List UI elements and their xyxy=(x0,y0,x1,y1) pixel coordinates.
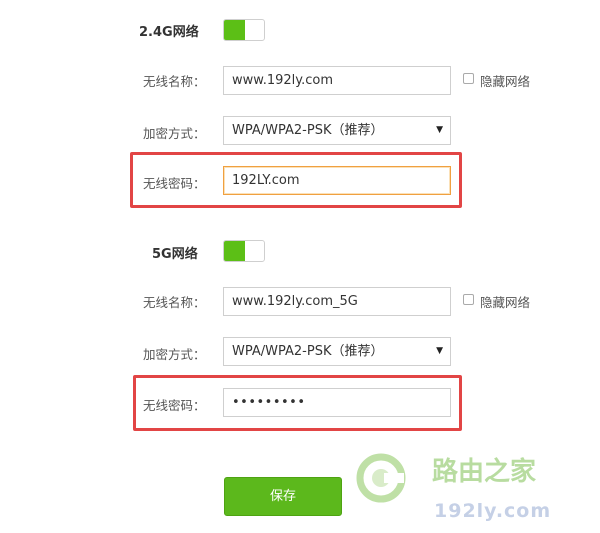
band-5-hide-label: 隐藏网络 xyxy=(480,295,531,310)
watermark-url: 192ly.com xyxy=(434,500,552,522)
band-24-ssid-label: 无线名称： xyxy=(143,74,206,89)
band-5-password-input[interactable]: ••••••••• xyxy=(223,388,451,417)
band-5-security-value: WPA/WPA2-PSK（推荐） xyxy=(232,344,384,359)
band-5-ssid-input[interactable]: www.192ly.com_5G xyxy=(223,287,451,316)
watermark-title: 路由之家 xyxy=(432,457,537,487)
band-24-security-label: 加密方式： xyxy=(143,126,206,141)
band-5-password-label: 无线密码： xyxy=(143,398,206,413)
band-24-password-input[interactable]: 192LY.com xyxy=(223,166,451,195)
band-5-ssid-label: 无线名称： xyxy=(143,295,206,310)
band-5-password-masked: ••••••••• xyxy=(232,395,306,410)
band-5-security-label: 加密方式： xyxy=(143,347,206,362)
dropdown-arrow-icon: ▼ xyxy=(436,346,443,356)
band-24-ssid-input[interactable]: www.192ly.com xyxy=(223,66,451,95)
band-24-security-value: WPA/WPA2-PSK（推荐） xyxy=(232,123,384,138)
save-button[interactable]: 保存 xyxy=(224,477,342,516)
dropdown-arrow-icon: ▼ xyxy=(436,125,443,135)
toggle-on-indicator xyxy=(224,20,245,40)
band-24-title: 2.4G网络 xyxy=(139,25,199,40)
router-logo-icon xyxy=(356,453,406,503)
band-5-title: 5G网络 xyxy=(152,247,198,262)
band-24-security-select[interactable]: WPA/WPA2-PSK（推荐） ▼ xyxy=(223,116,451,145)
band-5-security-select[interactable]: WPA/WPA2-PSK（推荐） ▼ xyxy=(223,337,451,366)
band-24-password-label: 无线密码： xyxy=(143,176,206,191)
band-24-hide-checkbox[interactable] xyxy=(463,73,474,84)
band-5-hide-checkbox[interactable] xyxy=(463,294,474,305)
band-24-hide-label: 隐藏网络 xyxy=(480,74,531,89)
band-24-toggle[interactable] xyxy=(223,19,265,41)
toggle-on-indicator xyxy=(224,241,245,261)
band-5-toggle[interactable] xyxy=(223,240,265,262)
